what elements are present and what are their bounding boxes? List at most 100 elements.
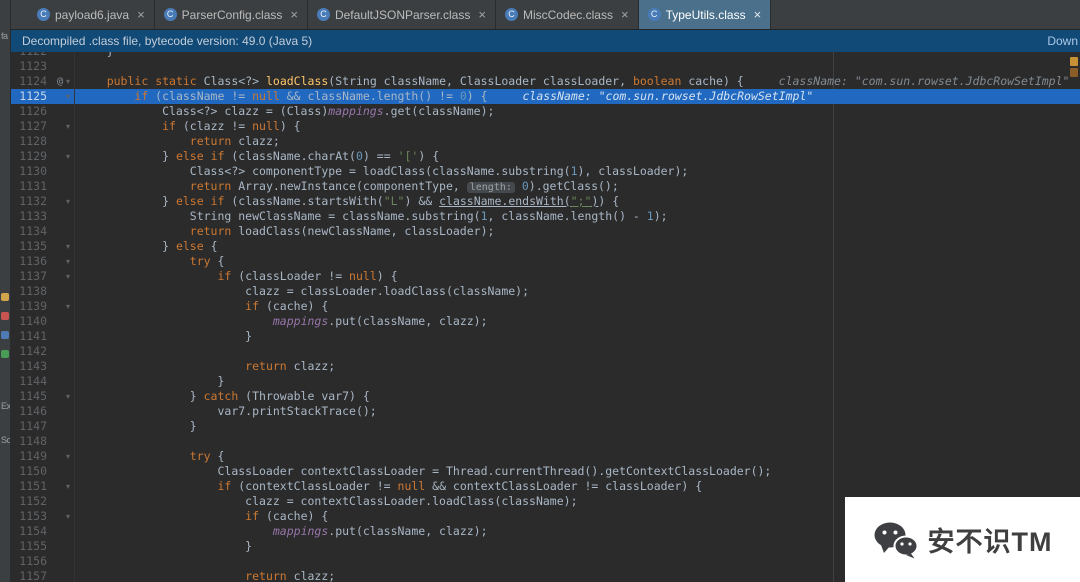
editor-gutter[interactable]: 1142	[11, 344, 75, 359]
editor-gutter[interactable]: 1156	[11, 554, 75, 569]
annotation-gutter-icon[interactable]: @	[57, 74, 63, 89]
editor-gutter[interactable]: 1123	[11, 59, 75, 74]
code-line-1147[interactable]: 1147 }	[11, 419, 1080, 434]
editor-gutter[interactable]: 1155	[11, 539, 75, 554]
editor-gutter[interactable]: 1140	[11, 314, 75, 329]
editor-gutter[interactable]: 1124 @ ▾	[11, 74, 75, 89]
code-line-1143[interactable]: 1143 return clazz;	[11, 359, 1080, 374]
fold-arrow-icon[interactable]: ▾	[66, 449, 70, 464]
tool-window-button[interactable]	[1, 350, 9, 358]
editor-gutter[interactable]: 1128	[11, 134, 75, 149]
code-line-1123[interactable]: 1123	[11, 59, 1080, 74]
code-line-1150[interactable]: 1150 ClassLoader contextClassLoader = Th…	[11, 464, 1080, 479]
editor-gutter[interactable]: 1151 ▾	[11, 479, 75, 494]
editor-gutter[interactable]: 1153 ▾	[11, 509, 75, 524]
editor-gutter[interactable]: 1138	[11, 284, 75, 299]
editor-gutter[interactable]: 1154	[11, 524, 75, 539]
fold-arrow-icon[interactable]: ▾	[66, 74, 70, 89]
code-line-1133[interactable]: 1133 String newClassName = className.sub…	[11, 209, 1080, 224]
code-line-1132[interactable]: 1132 ▾ } else if (className.startsWith("L…	[11, 194, 1080, 209]
editor-gutter[interactable]: 1147	[11, 419, 75, 434]
tool-window-button[interactable]	[1, 331, 9, 339]
editor-tab-defaultjsonparser-class[interactable]: C DefaultJSONParser.class ×	[307, 0, 496, 29]
editor-gutter[interactable]: 1148	[11, 434, 75, 449]
fold-arrow-icon[interactable]: ▾	[66, 299, 70, 314]
tool-window-button[interactable]	[1, 293, 9, 301]
tool-window-stub-2[interactable]: Sc	[1, 435, 10, 445]
code-line-1139[interactable]: 1139 ▾ if (cache) {	[11, 299, 1080, 314]
fold-arrow-icon[interactable]: ▾	[66, 89, 70, 104]
code-line-1128[interactable]: 1128 return clazz;	[11, 134, 1080, 149]
code-line-1140[interactable]: 1140 mappings.put(className, clazz);	[11, 314, 1080, 329]
editor-gutter[interactable]: 1141	[11, 329, 75, 344]
editor-gutter[interactable]: 1137 ▾	[11, 269, 75, 284]
fold-arrow-icon[interactable]: ▾	[66, 239, 70, 254]
editor-gutter[interactable]: 1152	[11, 494, 75, 509]
editor-gutter[interactable]: 1157	[11, 569, 75, 582]
tool-window-button[interactable]	[1, 312, 9, 320]
code-line-1144[interactable]: 1144 }	[11, 374, 1080, 389]
editor-gutter[interactable]: 1149 ▾	[11, 449, 75, 464]
code-line-1130[interactable]: 1130 Class<?> componentType = loadClass(…	[11, 164, 1080, 179]
fold-arrow-icon[interactable]: ▾	[66, 119, 70, 134]
tab-close-icon[interactable]: ×	[621, 7, 629, 22]
fold-arrow-icon[interactable]: ▾	[66, 509, 70, 524]
error-stripe-mark[interactable]	[1070, 68, 1078, 77]
editor-tab-payload6-java[interactable]: Cpayload6.java ×	[28, 0, 155, 29]
banner-download-link[interactable]: Down	[1047, 34, 1078, 48]
fold-arrow-icon[interactable]: ▾	[66, 479, 70, 494]
editor-tab-parserconfig-class[interactable]: C ParserConfig.class ×	[154, 0, 308, 29]
editor-gutter[interactable]: 1150	[11, 464, 75, 479]
code-line-1129[interactable]: 1129 ▾ } else if (className.charAt(0) == …	[11, 149, 1080, 164]
tab-close-icon[interactable]: ×	[290, 7, 298, 22]
editor-tab-misccodec-class[interactable]: C MiscCodec.class ×	[495, 0, 639, 29]
tab-close-icon[interactable]: ×	[137, 7, 145, 22]
editor-gutter[interactable]: 1144	[11, 374, 75, 389]
code-line-1124[interactable]: 1124 @ ▾ public static Class<?> loadClass(…	[11, 74, 1080, 89]
editor-gutter[interactable]: 1135 ▾	[11, 239, 75, 254]
editor-gutter[interactable]: 1146	[11, 404, 75, 419]
editor-gutter[interactable]: 1136 ▾	[11, 254, 75, 269]
editor-gutter[interactable]: 1143	[11, 359, 75, 374]
code-line-1151[interactable]: 1151 ▾ if (contextClassLoader != null && …	[11, 479, 1080, 494]
tool-window-stub-favorites[interactable]: fa	[1, 31, 8, 41]
editor-gutter[interactable]: 1134	[11, 224, 75, 239]
code-line-1141[interactable]: 1141 }	[11, 329, 1080, 344]
editor-gutter[interactable]: 1132 ▾	[11, 194, 75, 209]
editor-gutter[interactable]: 1130	[11, 164, 75, 179]
code-line-1134[interactable]: 1134 return loadClass(newClassName, clas…	[11, 224, 1080, 239]
editor-gutter[interactable]: 1133	[11, 209, 75, 224]
fold-arrow-icon[interactable]: ▾	[66, 194, 70, 209]
code-line-1146[interactable]: 1146 var7.printStackTrace();	[11, 404, 1080, 419]
tab-close-icon[interactable]: ×	[754, 7, 762, 22]
fold-arrow-icon[interactable]: ▾	[66, 149, 70, 164]
editor-gutter[interactable]: 1126	[11, 104, 75, 119]
editor-gutter[interactable]: 1122	[11, 52, 75, 59]
editor-gutter[interactable]: 1129 ▾	[11, 149, 75, 164]
code-line-1125[interactable]: 1125 ▾ if (className != null && className…	[11, 89, 1080, 104]
tab-close-icon[interactable]: ×	[478, 7, 486, 22]
code-line-1131[interactable]: 1131 return Array.newInstance(componentT…	[11, 179, 1080, 194]
code-line-1135[interactable]: 1135 ▾ } else {	[11, 239, 1080, 254]
editor-gutter[interactable]: 1125 ▾	[11, 89, 75, 104]
editor-tab-typeutils-class[interactable]: C TypeUtils.class ×	[638, 0, 772, 29]
fold-arrow-icon[interactable]: ▾	[66, 389, 70, 404]
editor-gutter[interactable]: 1131	[11, 179, 75, 194]
code-line-1126[interactable]: 1126 Class<?> clazz = (Class)mappings.ge…	[11, 104, 1080, 119]
editor-gutter[interactable]: 1127 ▾	[11, 119, 75, 134]
tool-window-stub-1[interactable]: Ex	[1, 401, 10, 411]
code-line-1122[interactable]: 1122 }	[11, 52, 1080, 59]
code-line-1142[interactable]: 1142	[11, 344, 1080, 359]
fold-arrow-icon[interactable]: ▾	[66, 254, 70, 269]
code-line-1136[interactable]: 1136 ▾ try {	[11, 254, 1080, 269]
code-line-1148[interactable]: 1148	[11, 434, 1080, 449]
editor-gutter[interactable]: 1139 ▾	[11, 299, 75, 314]
code-line-1127[interactable]: 1127 ▾ if (clazz != null) {	[11, 119, 1080, 134]
code-line-1145[interactable]: 1145 ▾ } catch (Throwable var7) {	[11, 389, 1080, 404]
fold-arrow-icon[interactable]: ▾	[66, 269, 70, 284]
code-line-1149[interactable]: 1149 ▾ try {	[11, 449, 1080, 464]
error-stripe-mark[interactable]	[1070, 57, 1078, 66]
code-line-1137[interactable]: 1137 ▾ if (classLoader != null) {	[11, 269, 1080, 284]
editor-gutter[interactable]: 1145 ▾	[11, 389, 75, 404]
code-line-1138[interactable]: 1138 clazz = classLoader.loadClass(class…	[11, 284, 1080, 299]
